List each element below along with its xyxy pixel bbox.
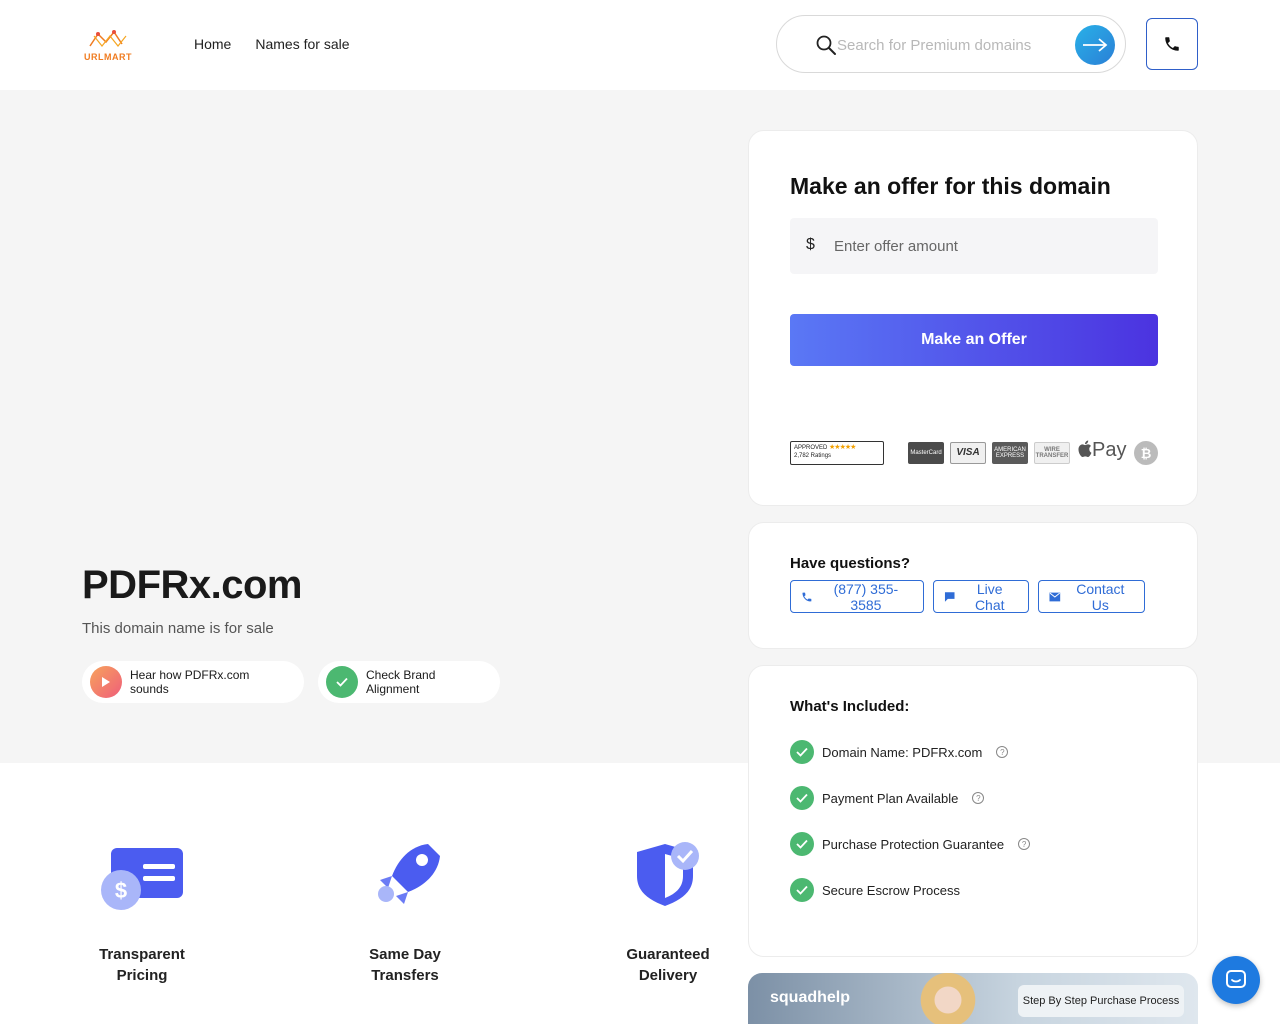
logo-text: URLMART — [84, 52, 132, 62]
help-icon[interactable]: ? — [996, 746, 1009, 758]
check-brand-alignment-button[interactable]: Check Brand Alignment — [318, 661, 500, 703]
chat-icon — [944, 591, 955, 602]
rating-stars: ★★★★★ — [829, 444, 856, 451]
feature-label: Guaranteed Delivery — [626, 946, 710, 984]
hear-pronunciation-button[interactable]: Hear how PDFRx.com sounds — [82, 661, 304, 703]
shopper-approved-badge: APPROVED ★★★★★ 2,782 Ratings — [790, 441, 884, 465]
help-icon[interactable]: ? — [972, 792, 985, 804]
visa-icon: VISA — [950, 442, 986, 464]
wire-transfer-icon: WIRE TRANSFER — [1034, 442, 1070, 464]
search-submit-button[interactable] — [1075, 25, 1115, 65]
included-item-label: Purchase Protection Guarantee — [822, 836, 1005, 852]
domain-subtitle: This domain name is for sale — [82, 620, 274, 637]
included-item: Domain Name: PDFRx.com ? — [790, 740, 1009, 764]
included-item-label: Payment Plan Available — [822, 790, 959, 806]
feature-guaranteed-delivery: Guaranteed Delivery — [598, 836, 738, 986]
apple-pay-icon: Pay — [1078, 439, 1126, 462]
bitcoin-icon: ₿ — [1134, 441, 1158, 465]
phone-number-button[interactable]: (877) 355-3585 — [790, 580, 924, 613]
mail-icon — [1049, 592, 1061, 601]
check-icon — [790, 786, 814, 810]
chat-widget-button[interactable] — [1212, 956, 1260, 1004]
apple-pay-label: Pay — [1092, 439, 1127, 461]
offer-title: Make an offer for this domain — [790, 173, 1111, 199]
check-icon — [326, 666, 358, 698]
currency-symbol: $ — [806, 236, 815, 253]
purchase-process-video[interactable]: squadhelp Step By Step Purchase Process — [748, 973, 1198, 1024]
check-icon — [790, 740, 814, 764]
included-title: What's Included: — [790, 698, 910, 715]
check-icon — [790, 832, 814, 856]
urlmart-logo[interactable]: URLMART — [82, 28, 134, 62]
contact-us-label: Contact Us — [1076, 580, 1125, 613]
questions-title: Have questions? — [790, 555, 911, 572]
live-chat-label: Live Chat — [974, 580, 1005, 613]
included-item: Payment Plan Available ? — [790, 786, 985, 810]
offer-card: Make an offer for this domain $ Make an … — [748, 130, 1198, 506]
mastercard-icon: MasterCard — [908, 442, 944, 464]
included-item-label: Secure Escrow Process — [822, 882, 960, 898]
play-icon — [90, 666, 122, 698]
feature-same-day-transfers: Same Day Transfers — [335, 836, 475, 986]
phone-icon — [1165, 37, 1179, 51]
feature-label: Transparent Pricing — [99, 946, 185, 984]
contact-us-button[interactable]: Contact Us — [1038, 580, 1145, 613]
hear-pronunciation-label: Hear how PDFRx.com sounds — [130, 668, 250, 696]
check-brand-label: Check Brand Alignment — [366, 668, 436, 696]
call-button[interactable] — [1146, 18, 1198, 70]
help-icon[interactable]: ? — [1018, 838, 1031, 850]
included-item: Secure Escrow Process — [790, 878, 960, 902]
search-icon — [816, 35, 836, 55]
squadhelp-logo: squadhelp — [770, 989, 851, 1006]
make-offer-button[interactable]: Make an Offer — [790, 314, 1158, 366]
approved-label: APPROVED — [794, 445, 828, 451]
site-header: URLMART Home Names for sale — [0, 0, 1280, 90]
svg-text:$: $ — [115, 878, 127, 903]
arrow-right-icon — [1083, 38, 1108, 52]
nav-home[interactable]: Home — [194, 36, 231, 52]
nav-names-for-sale[interactable]: Names for sale — [255, 36, 349, 52]
questions-card: Have questions? (877) 355-3585 Live Chat… — [748, 522, 1198, 649]
domain-title: PDFRx.com — [82, 563, 303, 607]
rocket-icon — [360, 836, 450, 916]
chat-bubble-icon — [1226, 970, 1246, 988]
phone-number-label: (877) 355-3585 — [833, 580, 899, 613]
phone-icon — [802, 592, 812, 601]
domain-search — [776, 15, 1126, 73]
video-caption: Step By Step Purchase Process — [1018, 985, 1184, 1017]
logo-mark-icon — [89, 30, 127, 47]
offer-amount-input[interactable] — [834, 235, 1134, 257]
search-input[interactable] — [837, 34, 1057, 56]
feature-transparent-pricing: $ Transparent Pricing — [72, 836, 212, 986]
presenter-image — [898, 973, 998, 1024]
main-nav: Home Names for sale — [194, 36, 350, 52]
included-item-label: Domain Name: PDFRx.com — [822, 744, 983, 760]
payment-methods: APPROVED ★★★★★ 2,782 Ratings MasterCard … — [790, 439, 1158, 465]
offer-amount-field: $ — [790, 218, 1158, 274]
pricing-card-icon: $ — [97, 836, 187, 916]
shield-icon — [623, 836, 713, 916]
included-item: Purchase Protection Guarantee ? — [790, 832, 1031, 856]
ratings-count: 2,782 Ratings — [794, 453, 832, 459]
whats-included-card: What's Included: Domain Name: PDFRx.com … — [748, 665, 1198, 957]
feature-label: Same Day Transfers — [369, 946, 441, 984]
live-chat-button[interactable]: Live Chat — [933, 580, 1029, 613]
amex-icon: AMERICAN EXPRESS — [992, 442, 1028, 464]
check-icon — [790, 878, 814, 902]
